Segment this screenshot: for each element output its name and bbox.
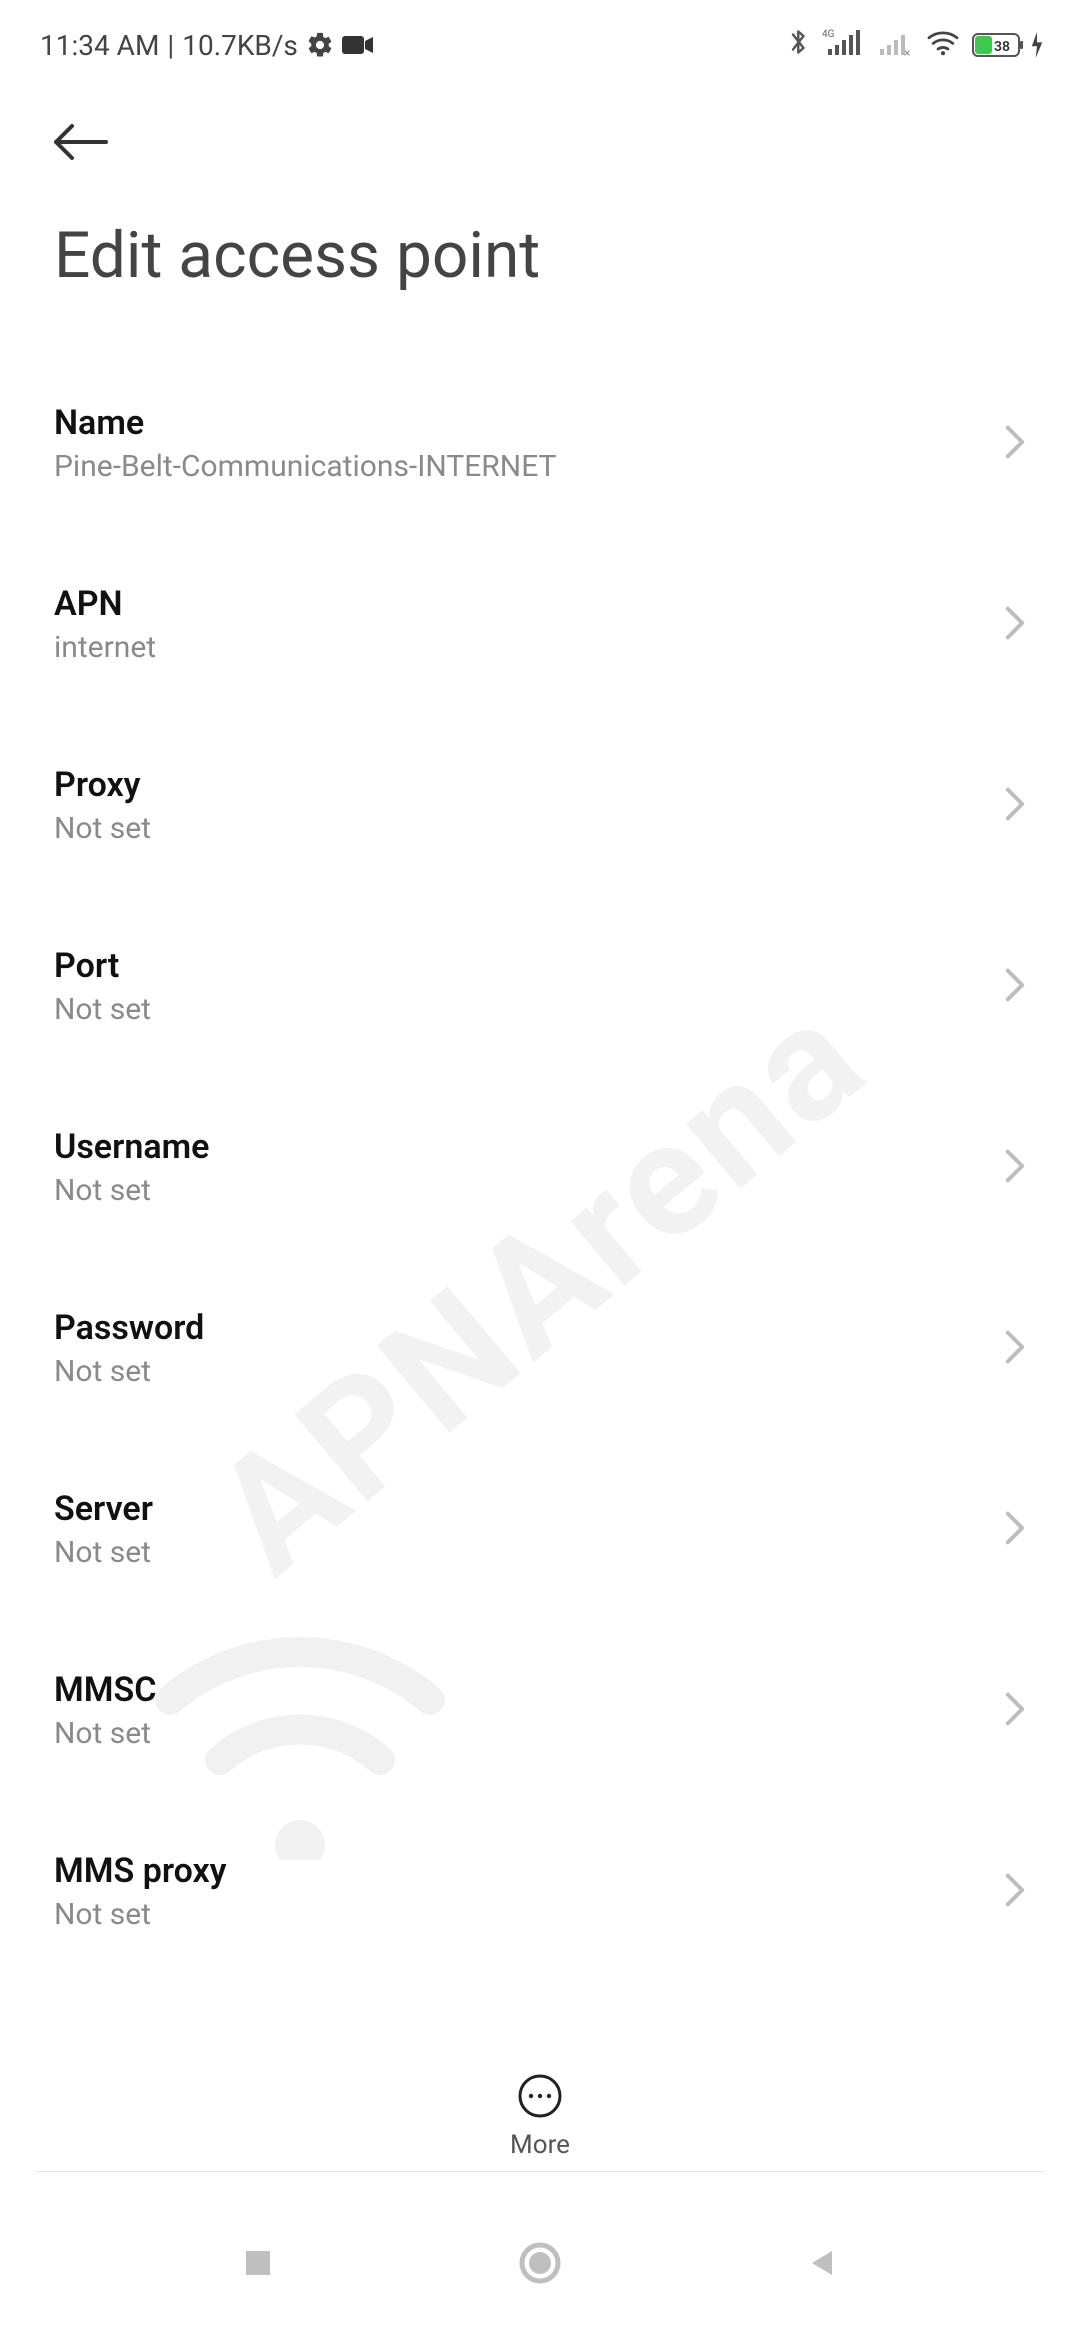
setting-row-proxy[interactable]: Proxy Not set <box>54 705 1026 886</box>
setting-row-name[interactable]: Name Pine-Belt-Communications-INTERNET <box>54 363 1026 524</box>
page-title: Edit access point <box>0 178 1080 363</box>
setting-value: Pine-Belt-Communications-INTERNET <box>54 449 980 484</box>
setting-label: APN <box>54 584 980 624</box>
chevron-right-icon <box>1004 1148 1026 1188</box>
signal-nosim-icon: × <box>874 27 914 64</box>
nav-home-button[interactable] <box>516 2239 564 2291</box>
header-row <box>0 80 1080 178</box>
settings-list: Name Pine-Belt-Communications-INTERNET A… <box>0 363 1080 1972</box>
setting-value: Not set <box>54 1897 980 1932</box>
setting-label: Name <box>54 403 980 443</box>
setting-row-password[interactable]: Password Not set <box>54 1248 1026 1429</box>
setting-label: Username <box>54 1127 980 1167</box>
status-bar: 11:34 AM | 10.7KB/s 4G <box>0 0 1080 80</box>
bluetooth-icon <box>788 27 810 64</box>
chevron-right-icon <box>1004 786 1026 826</box>
back-button[interactable] <box>50 149 110 168</box>
charging-icon <box>1030 32 1044 58</box>
setting-value: Not set <box>54 811 980 846</box>
setting-value: Not set <box>54 1173 980 1208</box>
setting-value: internet <box>54 630 980 665</box>
setting-value: Not set <box>54 1716 980 1751</box>
setting-value: Not set <box>54 1354 980 1389</box>
signal-4g-icon: 4G <box>822 27 862 64</box>
setting-label: MMS proxy <box>54 1851 980 1891</box>
setting-label: MMSC <box>54 1670 980 1710</box>
setting-label: Proxy <box>54 765 980 805</box>
chevron-right-icon <box>1004 1691 1026 1731</box>
setting-value: Not set <box>54 992 980 1027</box>
gear-icon <box>306 31 334 59</box>
chevron-right-icon <box>1004 1510 1026 1550</box>
setting-value: Not set <box>54 1535 980 1570</box>
camera-icon <box>342 34 374 56</box>
system-navbar <box>0 2190 1080 2340</box>
nav-back-button[interactable] <box>804 2245 840 2285</box>
svg-text:38: 38 <box>994 39 1010 55</box>
nav-recent-button[interactable] <box>240 2245 276 2285</box>
setting-label: Server <box>54 1489 980 1529</box>
battery-icon: 38 <box>972 31 1044 59</box>
setting-row-mms-proxy[interactable]: MMS proxy Not set <box>54 1791 1026 1972</box>
status-speed: 10.7KB/s <box>182 29 298 62</box>
status-time: 11:34 AM <box>40 29 159 62</box>
setting-row-port[interactable]: Port Not set <box>54 886 1026 1067</box>
svg-text:×: × <box>904 46 910 57</box>
setting-label: Password <box>54 1308 980 1348</box>
more-button[interactable] <box>516 2072 564 2124</box>
status-sep: | <box>167 29 174 62</box>
wifi-icon <box>926 28 960 63</box>
chevron-right-icon <box>1004 1329 1026 1369</box>
svg-text:4G: 4G <box>822 29 835 40</box>
more-label: More <box>510 2130 570 2160</box>
chevron-right-icon <box>1004 424 1026 464</box>
divider <box>36 2171 1044 2172</box>
setting-row-mmsc[interactable]: MMSC Not set <box>54 1610 1026 1791</box>
chevron-right-icon <box>1004 605 1026 645</box>
setting-row-username[interactable]: Username Not set <box>54 1067 1026 1248</box>
status-left: 11:34 AM | 10.7KB/s <box>40 29 374 62</box>
status-right: 4G × <box>788 27 1044 64</box>
chevron-right-icon <box>1004 967 1026 1007</box>
setting-label: Port <box>54 946 980 986</box>
setting-row-server[interactable]: Server Not set <box>54 1429 1026 1610</box>
setting-row-apn[interactable]: APN internet <box>54 524 1026 705</box>
chevron-right-icon <box>1004 1872 1026 1912</box>
bottom-bar: More <box>0 2072 1080 2160</box>
